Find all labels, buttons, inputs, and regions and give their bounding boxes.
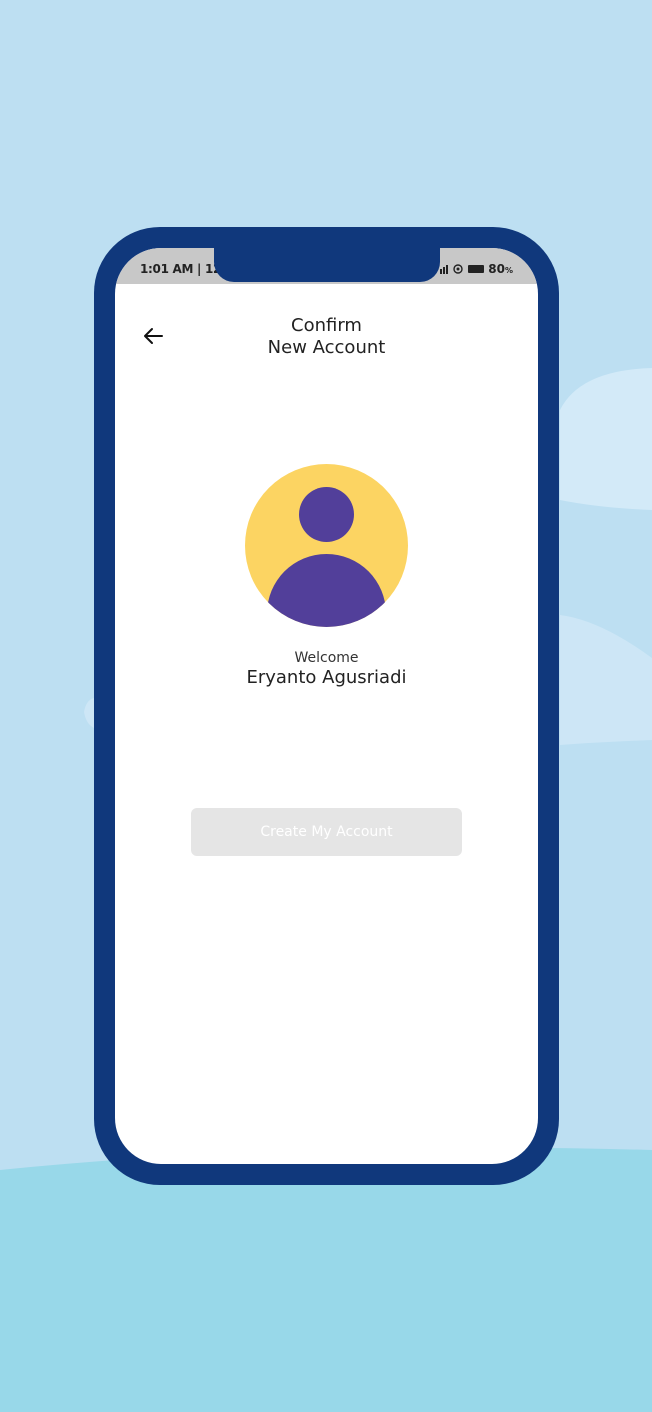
- user-name: Eryanto Agusriadi: [246, 667, 407, 688]
- battery-icon: [468, 265, 485, 273]
- welcome-label: Welcome: [294, 650, 359, 666]
- page-title-line2: New Account: [267, 337, 386, 358]
- user-avatar-icon: [245, 464, 408, 627]
- page-title-line1: Confirm: [291, 315, 362, 336]
- phone-screen: 1:01 AM | 12.4 80% Confirm New Account W…: [115, 248, 538, 1164]
- battery-level: 80%: [488, 262, 513, 276]
- create-account-button[interactable]: Create My Account: [191, 808, 462, 856]
- signal-icon: [440, 264, 449, 274]
- page-title: Confirm New Account: [115, 315, 538, 359]
- status-indicators: 80%: [440, 262, 513, 276]
- avatar-body: [267, 554, 386, 627]
- phone-notch: [214, 248, 440, 282]
- phone-frame: 1:01 AM | 12.4 80% Confirm New Account W…: [94, 227, 559, 1185]
- avatar-head: [299, 487, 354, 542]
- wifi-icon: [453, 264, 463, 274]
